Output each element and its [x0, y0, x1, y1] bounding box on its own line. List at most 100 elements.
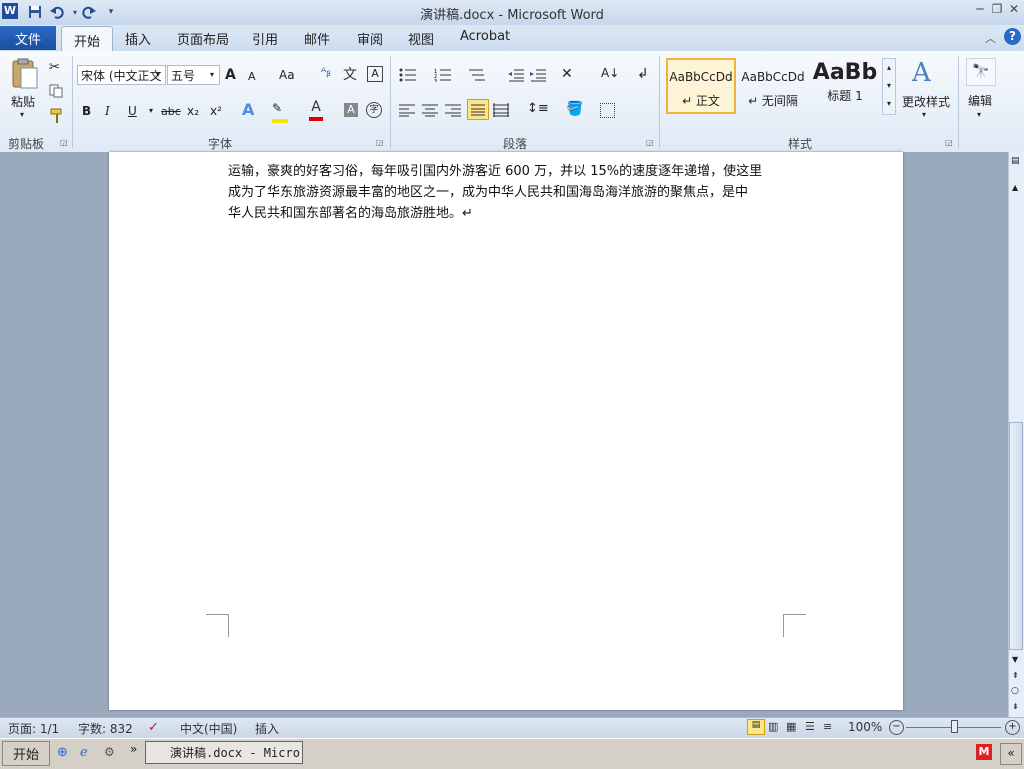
shrink-font-button[interactable]: A [248, 66, 256, 86]
scroll-up-arrow[interactable]: ▲ [1012, 183, 1018, 192]
style-heading-1[interactable]: AaBb 标题 1 [810, 58, 880, 114]
format-painter-icon[interactable] [49, 108, 65, 127]
subscript-button[interactable]: x₂ [187, 101, 199, 121]
quick-launch-icon[interactable]: ⚙ [104, 745, 115, 759]
editing-label[interactable]: 编辑 [968, 92, 992, 109]
multilevel-list-icon[interactable] [468, 68, 486, 85]
cut-icon[interactable]: ✂ [49, 60, 60, 75]
language-indicator[interactable]: 中文(中国) [180, 720, 237, 737]
insert-mode[interactable]: 插入 [255, 720, 279, 737]
zoom-out-button[interactable]: − [889, 720, 904, 735]
full-screen-reading-icon[interactable]: ▥ [768, 720, 778, 733]
change-styles-dropdown-icon[interactable]: ▾ [922, 110, 926, 119]
tab-home[interactable]: 开始 [61, 26, 113, 53]
quick-launch-chevron[interactable]: » [130, 742, 137, 756]
find-icon[interactable]: 🔭 [966, 58, 996, 86]
underline-button[interactable]: U [128, 101, 137, 121]
tray-app-icon[interactable]: M [976, 744, 992, 760]
draft-icon[interactable]: ≡ [823, 720, 832, 733]
zoom-in-button[interactable]: + [1005, 720, 1020, 735]
chinese-layout-icon[interactable]: ✕ [561, 66, 573, 82]
bold-button[interactable]: B [82, 101, 91, 121]
numbering-icon[interactable]: 123 [434, 68, 452, 85]
tab-file[interactable]: 文件 [0, 26, 56, 50]
font-name-dropdown-icon[interactable]: ▾ [156, 70, 160, 79]
superscript-button[interactable]: x² [210, 101, 222, 121]
decrease-indent-icon[interactable] [508, 68, 524, 85]
internet-explorer-icon[interactable]: ℯ [80, 745, 88, 760]
paste-label[interactable]: 粘贴 [11, 93, 35, 110]
sort-icon[interactable]: A↓ [601, 66, 619, 80]
align-left-icon[interactable] [399, 103, 415, 120]
tab-acrobat[interactable]: Acrobat [460, 29, 510, 44]
web-layout-icon[interactable]: ▦ [786, 720, 796, 733]
phonetic-guide-icon[interactable]: 文 [343, 64, 357, 84]
styles-launcher-icon[interactable]: ◲ [945, 138, 953, 147]
line-spacing-icon[interactable]: ↕≡ [527, 101, 549, 116]
paragraph-launcher-icon[interactable]: ◲ [646, 138, 654, 147]
change-styles-icon[interactable]: A [912, 58, 931, 88]
change-styles-label[interactable]: 更改样式 [902, 93, 950, 110]
paste-icon[interactable] [9, 58, 39, 89]
tab-page-layout[interactable]: 页面布局 [177, 29, 229, 48]
word-count[interactable]: 字数: 832 [78, 720, 133, 737]
bullets-icon[interactable] [399, 68, 417, 85]
select-browse-object-icon[interactable]: ○ [1011, 686, 1019, 696]
underline-dropdown-icon[interactable]: ▾ [149, 106, 153, 115]
italic-button[interactable]: I [105, 101, 110, 121]
style-normal[interactable]: AaBbCcDd ↵ 正文 [666, 58, 736, 114]
tray-expand-button[interactable]: « [1000, 743, 1022, 765]
clipboard-launcher-icon[interactable]: ◲ [60, 138, 68, 147]
minimize-ribbon-icon[interactable]: ︿ [985, 30, 996, 46]
align-right-icon[interactable] [445, 103, 461, 120]
clear-formatting-icon[interactable]: ᴬᵦ [321, 65, 331, 79]
enclose-characters-icon[interactable]: 字 [366, 102, 382, 118]
start-button[interactable]: 开始 [2, 741, 50, 766]
tab-review[interactable]: 审阅 [357, 29, 383, 48]
zoom-slider-thumb[interactable] [951, 720, 958, 733]
align-center-icon[interactable] [422, 103, 438, 120]
minimize-button[interactable]: ─ [972, 2, 988, 18]
show-marks-icon[interactable]: ↲ [637, 66, 649, 82]
next-page-icon[interactable]: ⇟ [1012, 702, 1019, 711]
highlight-icon[interactable]: ✎ [272, 101, 288, 123]
editing-dropdown-icon[interactable]: ▾ [977, 110, 981, 119]
font-color-icon[interactable]: A [309, 99, 323, 121]
text-effects-icon[interactable]: A [242, 100, 254, 119]
document-paragraph[interactable]: 运输，豪爽的好客习俗，每年吸引国内外游客近 600 万，并以 15%的速度逐年递… [228, 161, 788, 224]
ruler-toggle-icon[interactable]: ▤ [1011, 156, 1020, 166]
restore-button[interactable]: ❐ [989, 2, 1005, 18]
scrollbar-thumb[interactable] [1009, 422, 1023, 650]
character-border-icon[interactable]: A [367, 66, 383, 82]
close-button[interactable]: ✕ [1006, 2, 1022, 18]
tab-insert[interactable]: 插入 [125, 29, 151, 48]
borders-icon[interactable] [600, 103, 615, 118]
tab-mailings[interactable]: 邮件 [304, 29, 330, 48]
desktop-icon[interactable]: ⊕ [57, 745, 68, 760]
character-shading-icon[interactable]: A [344, 103, 358, 117]
strikethrough-button[interactable]: abc [161, 101, 181, 121]
proofing-icon[interactable]: ✓ [148, 720, 159, 735]
previous-page-icon[interactable]: ⇞ [1012, 671, 1019, 680]
font-size-dropdown-icon[interactable]: ▾ [210, 70, 214, 79]
scroll-down-arrow[interactable]: ▼ [1012, 655, 1018, 664]
outline-icon[interactable]: ☰ [805, 720, 815, 733]
style-no-spacing[interactable]: AaBbCcDd ↵ 无间隔 [738, 58, 808, 114]
shading-icon[interactable]: 🪣 [566, 101, 583, 117]
zoom-level[interactable]: 100% [848, 720, 882, 734]
font-name-select[interactable]: 宋体 (中文正文 [77, 65, 166, 85]
justify-button[interactable] [467, 99, 489, 120]
copy-icon[interactable] [49, 84, 63, 101]
page-count[interactable]: 页面: 1/1 [8, 720, 59, 737]
increase-indent-icon[interactable] [530, 68, 546, 85]
print-layout-icon[interactable]: ▤ [747, 719, 765, 735]
styles-scroll[interactable]: ▴ ▾ ▾ [882, 58, 896, 115]
tab-view[interactable]: 视图 [408, 29, 434, 48]
grow-font-button[interactable]: A [225, 65, 236, 85]
word-taskbar-button[interactable]: 演讲稿.docx - Micro... [145, 741, 303, 764]
font-launcher-icon[interactable]: ◲ [376, 138, 384, 147]
change-case-button[interactable]: Aa [279, 65, 295, 85]
paste-dropdown-icon[interactable]: ▾ [20, 110, 24, 119]
tab-references[interactable]: 引用 [252, 29, 278, 48]
help-icon[interactable]: ? [1004, 28, 1021, 45]
